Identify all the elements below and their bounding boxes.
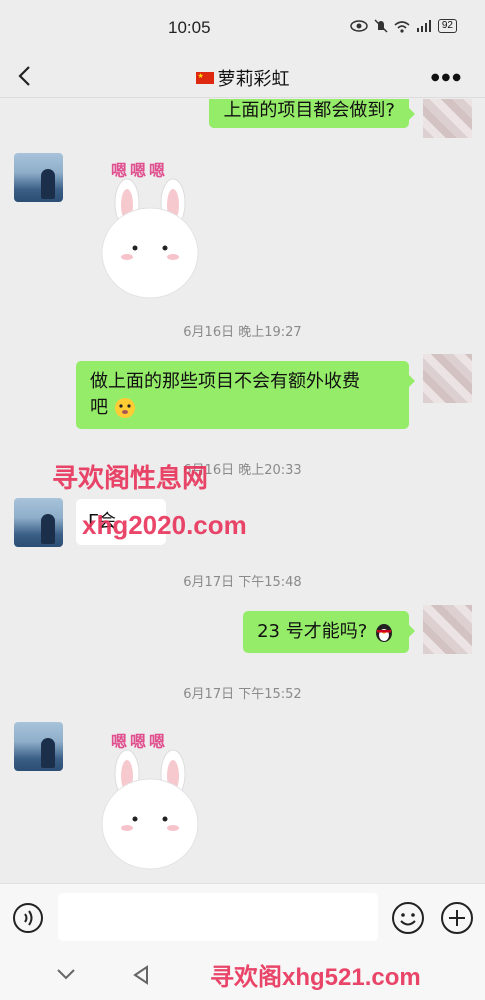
china-flag-icon [195, 72, 214, 84]
sticker-caption: 嗯嗯嗯 [111, 161, 169, 180]
message-text: 上面的项目都会做到? [223, 100, 395, 121]
mute-icon [374, 19, 388, 33]
status-time: 10:05 [168, 18, 211, 37]
thinking-emoji-icon [114, 398, 135, 418]
nav-back-icon[interactable] [132, 965, 150, 985]
timestamp: 6月17日 下午15:52 [183, 687, 302, 702]
message-text-line2: 吧 [90, 397, 108, 418]
watermark-bottom: 寻欢阁xhg521.com [210, 964, 421, 991]
timestamp: 6月17日 下午15:48 [183, 575, 302, 590]
eye-icon [350, 20, 368, 32]
contact-avatar[interactable] [14, 153, 63, 202]
sticker-caption: 嗯嗯嗯 [111, 732, 169, 751]
plus-icon[interactable] [440, 901, 474, 935]
chat-title: 萝莉彩虹 [217, 69, 290, 90]
more-icon[interactable]: ●●● [431, 72, 463, 83]
message-outgoing[interactable]: 23 号才能吗? [243, 611, 415, 653]
chat-title-wrap: 萝莉彩虹 [0, 65, 485, 91]
message-outgoing[interactable]: 上面的项目都会做到? [209, 99, 415, 128]
my-avatar[interactable] [423, 354, 472, 403]
watermark-url: xhg2020.com [82, 510, 247, 540]
bunny-sticker[interactable]: 嗯嗯嗯 [95, 153, 205, 303]
timestamp: 6月16日 晚上19:27 [183, 325, 302, 340]
message-outgoing[interactable]: 做上面的那些项目不会有额外收费 吧 [76, 361, 415, 429]
chevron-down-icon[interactable] [56, 967, 76, 981]
contact-avatar[interactable] [14, 722, 63, 771]
chat-header: 萝莉彩虹 ●●● [0, 58, 485, 98]
status-icons: 92 [350, 19, 457, 33]
input-bar [0, 883, 485, 949]
voice-icon[interactable] [12, 902, 44, 934]
message-text: 23 号才能吗? [257, 621, 368, 642]
penguin-emoji-icon [376, 624, 392, 642]
wifi-icon [394, 20, 410, 33]
message-input[interactable] [58, 893, 378, 941]
my-avatar[interactable] [423, 99, 472, 138]
system-nav-bar: 寻欢阁xhg521.com [0, 949, 485, 1000]
bunny-sticker[interactable]: 嗯嗯嗯 [95, 724, 205, 874]
watermark-text: 寻欢阁性息网 [52, 463, 209, 493]
signal-icon [416, 20, 431, 32]
battery-indicator: 92 [437, 19, 457, 33]
status-bar: 10:05 92 [0, 0, 485, 58]
my-avatar[interactable] [423, 605, 472, 654]
contact-avatar[interactable] [14, 498, 63, 547]
emoji-icon[interactable] [391, 901, 425, 935]
message-text-line1: 做上面的那些项目不会有额外收费 [90, 371, 360, 392]
